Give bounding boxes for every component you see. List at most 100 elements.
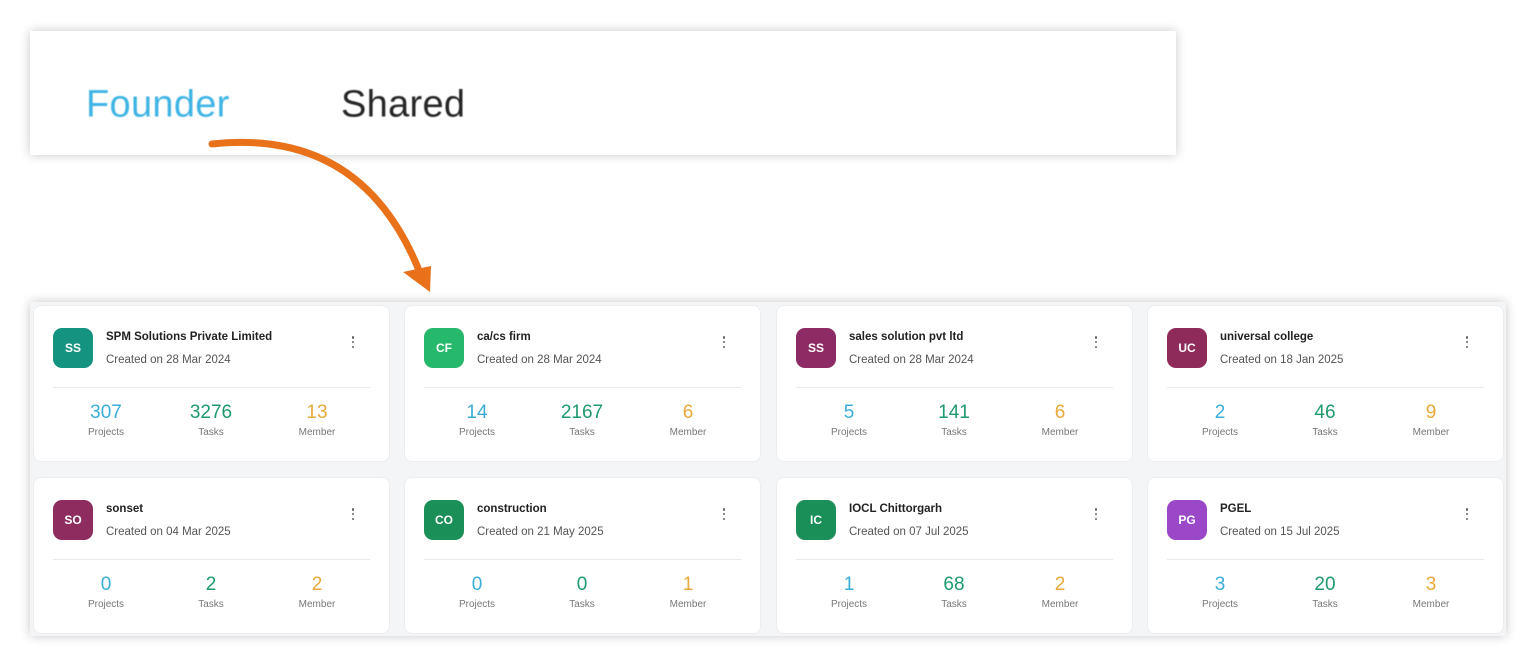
company-name: PGEL (1220, 503, 1252, 515)
tasks-count: 46 (1314, 402, 1336, 423)
members-count: 3 (1425, 574, 1437, 595)
card-divider (424, 387, 741, 388)
projects-stat: 14 Projects (432, 402, 522, 438)
created-date: Created on 07 Jul 2025 (849, 526, 969, 538)
tab-shared[interactable]: Shared (341, 84, 465, 127)
projects-label: Projects (458, 427, 496, 438)
tasks-count: 141 (938, 402, 970, 423)
tasks-stat: 2167 Tasks (537, 402, 627, 438)
members-count: 2 (1054, 574, 1066, 595)
members-stat: 9 Member (1386, 402, 1476, 438)
company-avatar: PG (1167, 500, 1207, 540)
company-avatar: SO (53, 500, 93, 540)
projects-label: Projects (87, 427, 125, 438)
company-cards-panel: SS SPM Solutions Private Limited Created… (30, 302, 1506, 636)
company-card[interactable]: SO sonset Created on 04 Mar 2025 0 Proje… (33, 477, 390, 634)
tasks-stat: 68 Tasks (909, 574, 999, 610)
created-date: Created on 28 Mar 2024 (106, 354, 231, 366)
projects-stat: 2 Projects (1175, 402, 1265, 438)
tasks-label: Tasks (1312, 599, 1338, 610)
tasks-count: 2167 (560, 402, 604, 423)
arrow-head (403, 266, 431, 292)
members-label: Member (669, 599, 707, 610)
company-name: ca/cs firm (477, 331, 531, 343)
company-card[interactable]: IC IOCL Chittorgarh Created on 07 Jul 20… (776, 477, 1133, 634)
members-stat: 1 Member (643, 574, 733, 610)
card-divider (796, 387, 1113, 388)
created-date: Created on 04 Mar 2025 (106, 526, 231, 538)
projects-count: 1 (843, 574, 855, 595)
tab-bar: Founder Shared (30, 31, 1176, 155)
card-divider (53, 559, 370, 560)
company-name: sales solution pvt ltd (849, 331, 964, 343)
more-options-icon[interactable] (1459, 334, 1475, 350)
arrow-shaft (208, 138, 422, 272)
members-count: 1 (682, 574, 694, 595)
members-label: Member (298, 427, 336, 438)
projects-count: 307 (90, 402, 122, 423)
projects-label: Projects (458, 599, 496, 610)
members-label: Member (1412, 427, 1450, 438)
tasks-count: 20 (1314, 574, 1336, 595)
company-avatar: SS (53, 328, 93, 368)
tasks-label: Tasks (198, 599, 224, 610)
projects-label: Projects (87, 599, 125, 610)
tasks-label: Tasks (941, 599, 967, 610)
more-options-icon[interactable] (716, 506, 732, 522)
more-options-icon[interactable] (345, 334, 361, 350)
company-name: SPM Solutions Private Limited (106, 331, 273, 343)
created-date: Created on 28 Mar 2024 (849, 354, 974, 366)
card-divider (424, 559, 741, 560)
company-name: sonset (106, 503, 144, 515)
members-stat: 6 Member (1015, 402, 1105, 438)
projects-stat: 0 Projects (61, 574, 151, 610)
created-date: Created on 28 Mar 2024 (477, 354, 602, 366)
tasks-label: Tasks (569, 599, 595, 610)
members-label: Member (1412, 599, 1450, 610)
created-date: Created on 18 Jan 2025 (1220, 354, 1344, 366)
company-card[interactable]: SS sales solution pvt ltd Created on 28 … (776, 305, 1133, 462)
tasks-stat: 0 Tasks (537, 574, 627, 610)
members-label: Member (298, 599, 336, 610)
more-options-icon[interactable] (716, 334, 732, 350)
created-date: Created on 21 May 2025 (477, 526, 604, 538)
projects-label: Projects (1201, 427, 1239, 438)
projects-count: 14 (466, 402, 488, 423)
company-card[interactable]: PG PGEL Created on 15 Jul 2025 3 Project… (1147, 477, 1504, 634)
tasks-count: 3276 (189, 402, 233, 423)
company-card[interactable]: UC universal college Created on 18 Jan 2… (1147, 305, 1504, 462)
more-options-icon[interactable] (1088, 506, 1104, 522)
members-count: 2 (311, 574, 323, 595)
company-avatar: SS (796, 328, 836, 368)
projects-count: 2 (1214, 402, 1226, 423)
company-avatar: UC (1167, 328, 1207, 368)
tasks-count: 68 (943, 574, 965, 595)
company-card[interactable]: CF ca/cs firm Created on 28 Mar 2024 14 … (404, 305, 761, 462)
created-date: Created on 15 Jul 2025 (1220, 526, 1340, 538)
tasks-label: Tasks (941, 427, 967, 438)
tasks-stat: 46 Tasks (1280, 402, 1370, 438)
projects-count: 5 (843, 402, 855, 423)
screenshot-stage: Founder Shared SS SPM Solutions Private … (0, 0, 1536, 666)
more-options-icon[interactable] (1459, 506, 1475, 522)
more-options-icon[interactable] (345, 506, 361, 522)
card-divider (1167, 559, 1484, 560)
projects-stat: 0 Projects (432, 574, 522, 610)
projects-label: Projects (1201, 599, 1239, 610)
company-card[interactable]: SS SPM Solutions Private Limited Created… (33, 305, 390, 462)
tab-founder[interactable]: Founder (86, 84, 230, 127)
company-card[interactable]: CO construction Created on 21 May 2025 0… (404, 477, 761, 634)
company-name: construction (477, 503, 547, 515)
tasks-count: 0 (576, 574, 588, 595)
company-avatar: CO (424, 500, 464, 540)
members-stat: 6 Member (643, 402, 733, 438)
tasks-stat: 3276 Tasks (166, 402, 256, 438)
members-count: 6 (1054, 402, 1066, 423)
members-count: 6 (682, 402, 694, 423)
members-stat: 2 Member (1015, 574, 1105, 610)
tasks-label: Tasks (569, 427, 595, 438)
more-options-icon[interactable] (1088, 334, 1104, 350)
company-name: universal college (1220, 331, 1314, 343)
company-name: IOCL Chittorgarh (849, 503, 943, 515)
card-divider (1167, 387, 1484, 388)
